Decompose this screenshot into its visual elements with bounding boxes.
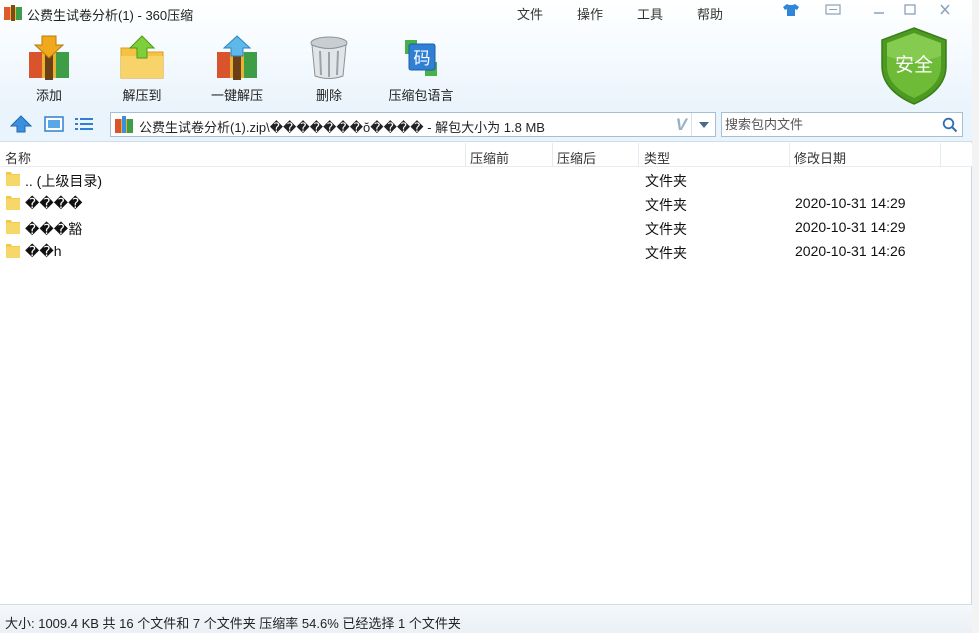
menu-operation[interactable]: 操作 <box>577 4 603 23</box>
extract-to-label: 解压到 <box>122 88 162 103</box>
thumbnail-view-icon[interactable] <box>42 113 66 135</box>
item-date: 2020-10-31 14:29 <box>795 219 906 235</box>
menu-tools[interactable]: 工具 <box>637 4 663 23</box>
item-type: 文件夹 <box>645 173 687 189</box>
item-name: ���� <box>25 195 83 211</box>
path-field[interactable]: 公费生试卷分析(1).zip\�������ŏ���� - 解包大小为 1.8 … <box>110 112 716 137</box>
security-shield-icon[interactable]: 安全 <box>878 26 950 106</box>
item-type: 文件夹 <box>645 197 687 213</box>
folder-icon <box>6 196 20 210</box>
title-bar: 公费生试卷分析(1) - 360压缩 文件 操作 工具 帮助 <box>0 0 972 26</box>
one-click-extract-button[interactable]: 一键解压 <box>207 34 267 104</box>
app-window: 公费生试卷分析(1) - 360压缩 文件 操作 工具 帮助 添加 解压到 一键… <box>0 0 972 633</box>
menu-help[interactable]: 帮助 <box>697 4 723 23</box>
list-item-parent[interactable]: .. (上级目录) 文件夹 <box>0 167 972 191</box>
item-date: 2020-10-31 14:29 <box>795 195 906 211</box>
maximize-icon[interactable] <box>899 2 921 18</box>
delete-label: 删除 <box>315 88 342 103</box>
minimize-icon[interactable] <box>868 2 890 18</box>
column-type[interactable]: 类型 <box>644 148 670 167</box>
search-icon[interactable] <box>942 117 958 133</box>
folder-icon <box>6 220 20 234</box>
window-title: 公费生试卷分析(1) - 360压缩 <box>27 8 194 23</box>
svg-text:码: 码 <box>414 49 431 69</box>
file-list: .. (上级目录) 文件夹 ���� 文件夹 2020-10-31 14:29 … <box>0 167 972 263</box>
security-label: 安全 <box>895 54 933 76</box>
status-bar: 大小: 1009.4 KB 共 16 个文件和 7 个文件夹 压缩率 54.6%… <box>0 604 972 633</box>
add-label: 添加 <box>35 88 62 103</box>
feedback-icon[interactable] <box>822 2 844 18</box>
one-click-extract-label: 一键解压 <box>210 88 263 103</box>
item-type: 文件夹 <box>645 245 687 261</box>
app-logo-icon <box>4 5 22 21</box>
menu-file[interactable]: 文件 <box>517 4 543 23</box>
add-button[interactable]: 添加 <box>25 34 73 104</box>
item-type: 文件夹 <box>645 221 687 237</box>
column-original-size[interactable]: 压缩前 <box>470 148 509 167</box>
add-archive-icon <box>29 35 69 80</box>
archive-language-icon: 码 <box>405 40 437 76</box>
list-item[interactable]: ���豁 文件夹 2020-10-31 14:29 <box>0 215 972 239</box>
folder-icon <box>6 244 20 258</box>
top-panel: 公费生试卷分析(1) - 360压缩 文件 操作 工具 帮助 添加 解压到 一键… <box>0 0 972 108</box>
item-name: ���豁 <box>25 221 83 237</box>
one-click-extract-icon <box>217 35 257 80</box>
archive-language-button[interactable]: 码 压缩包语言 <box>385 34 457 104</box>
list-item[interactable]: ���� 文件夹 2020-10-31 14:29 <box>0 191 972 215</box>
delete-button[interactable]: 删除 <box>305 34 353 104</box>
extract-to-button[interactable]: 解压到 <box>118 34 166 104</box>
search-box <box>721 112 963 137</box>
column-name[interactable]: 名称 <box>5 148 31 167</box>
list-view-icon[interactable] <box>72 113 96 135</box>
close-icon[interactable] <box>934 2 956 18</box>
folder-icon <box>6 172 20 186</box>
extract-to-icon <box>120 35 164 79</box>
address-bar: 公费生试卷分析(1).zip\�������ŏ���� - 解包大小为 1.8 … <box>0 108 972 142</box>
archive-language-label: 压缩包语言 <box>388 88 454 103</box>
status-text: 大小: 1009.4 KB 共 16 个文件和 7 个文件夹 压缩率 54.6%… <box>5 616 461 631</box>
column-modified-date[interactable]: 修改日期 <box>794 148 846 167</box>
chevron-down-icon[interactable] <box>691 113 715 136</box>
item-date: 2020-10-31 14:26 <box>795 243 906 259</box>
background-window-edge: ​ <box>972 0 979 633</box>
archive-path-text: 公费生试卷分析(1).zip\�������ŏ���� - 解包大小为 1.8 … <box>139 120 545 135</box>
item-name: .. (上级目录) <box>25 173 102 189</box>
delete-trash-icon <box>310 36 348 79</box>
skin-icon[interactable] <box>780 2 802 18</box>
list-item[interactable]: ��h 文件夹 2020-10-31 14:26 <box>0 239 972 263</box>
search-input[interactable] <box>725 116 935 133</box>
zip-file-icon <box>115 116 133 133</box>
column-compressed-size[interactable]: 压缩后 <box>557 148 596 167</box>
file-list-header: 名称 压缩前 压缩后 类型 修改日期 <box>0 143 972 167</box>
item-name: ��h <box>25 243 62 259</box>
path-history-icon[interactable]: V <box>676 115 687 135</box>
up-arrow-icon[interactable] <box>9 113 33 135</box>
